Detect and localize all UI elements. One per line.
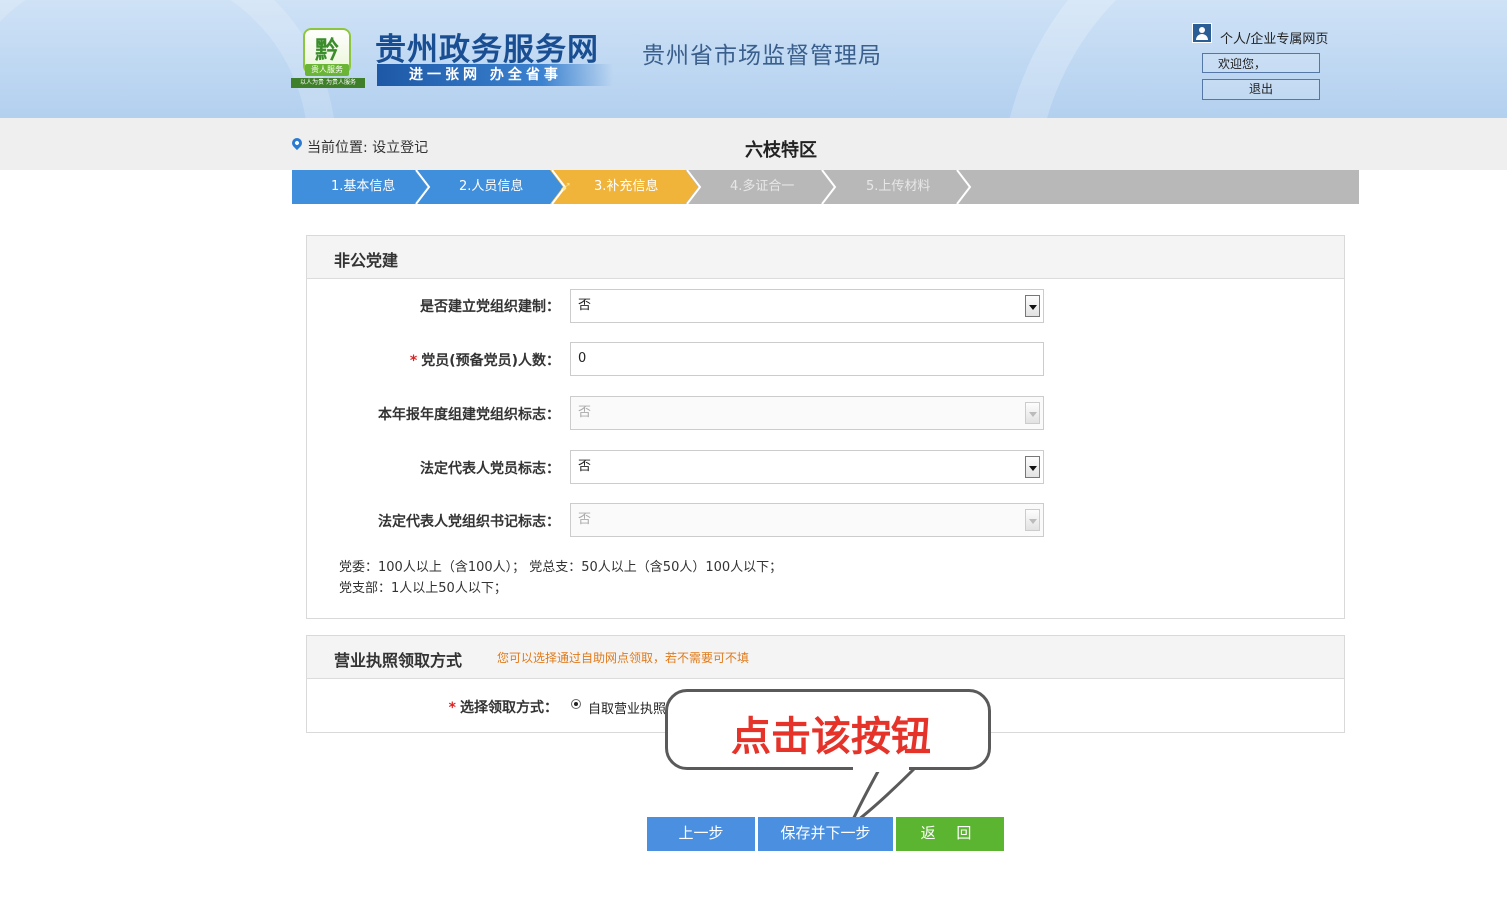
site-logo[interactable]: 黔 贵人服务 以人为贵 为贵人服务 <box>291 26 365 88</box>
logo-glyph: 黔 <box>315 35 339 64</box>
user-icon[interactable] <box>1192 23 1212 43</box>
party-members-input[interactable]: 0 <box>570 342 1044 376</box>
step-divider <box>821 170 837 204</box>
panel-hint: 您可以选择通过自助网点领取，若不需要可不填 <box>497 651 750 665</box>
panel-title: 非公党建 <box>334 251 399 270</box>
site-title: 贵州政务服务网 <box>375 32 599 68</box>
party-members-label: * 党员(预备党员)人数： <box>409 353 560 369</box>
breadcrumb: 当前位置: 设立登记 <box>307 140 429 156</box>
party-note-line-1: 党委：100人以上（含100人）； 党总支：50人以上（含50人）100人以下； <box>339 560 783 575</box>
rep-party-member-select[interactable]: 否 <box>570 450 1044 484</box>
logout-button[interactable]: 退出 <box>1202 79 1320 100</box>
user-homepage-link[interactable]: 个人/企业专属网页 <box>1220 28 1328 47</box>
rep-party-member-label: 法定代表人党员标志： <box>420 461 560 477</box>
rep-party-secretary-label: 法定代表人党组织书记标志： <box>378 514 560 530</box>
logo-tag: 贵人服务 <box>305 64 349 76</box>
has-party-org-label: 是否建立党组织建制： <box>420 299 560 315</box>
dropdown-arrow-icon <box>1025 402 1040 424</box>
step-divider <box>956 170 972 204</box>
instruction-callout: 点击该按钮 <box>665 689 991 770</box>
dropdown-arrow-icon[interactable] <box>1025 295 1040 317</box>
step-progress-bar: 1.基本信息 2.人员信息 3.补充信息 4.多证合一 5.上传材料 <box>292 170 1359 204</box>
rep-party-secretary-select: 否 <box>570 503 1044 537</box>
step-multi-license: 4.多证合一 <box>730 179 795 194</box>
step-upload: 5.上传材料 <box>866 179 931 194</box>
pickup-self-label[interactable]: 自取营业执照 <box>588 698 666 717</box>
site-slogan: 进一张网 办全省事 <box>377 64 613 86</box>
panel-header: 非公党建 <box>307 236 1344 279</box>
annual-party-org-select: 否 <box>570 396 1044 430</box>
has-party-org-select[interactable]: 否 <box>570 289 1044 323</box>
current-step-runner-icon: ➹ <box>560 179 572 195</box>
pickup-self-radio[interactable] <box>571 699 581 709</box>
panel-header: 营业执照领取方式 您可以选择通过自助网点领取，若不需要可不填 <box>307 636 1344 679</box>
return-button[interactable]: 返 回 <box>896 817 1004 851</box>
callout-tail-joint <box>853 764 909 772</box>
logo-subtitle: 以人为贵 为贵人服务 <box>291 78 365 88</box>
welcome-box: 欢迎您， <box>1202 53 1320 73</box>
bureau-name: 贵州省市场监督管理局 <box>642 43 882 69</box>
previous-step-button[interactable]: 上一步 <box>647 817 755 851</box>
callout-text: 点击该按钮 <box>731 714 931 760</box>
step-personnel-info[interactable]: 2.人员信息 <box>427 170 550 204</box>
dropdown-arrow-icon[interactable] <box>1025 456 1040 478</box>
pickup-method-label: * 选择领取方式： <box>448 700 558 716</box>
dropdown-arrow-icon <box>1025 509 1040 531</box>
party-note-line-2: 党支部：1人以上50人以下； <box>339 581 507 596</box>
save-and-next-button[interactable]: 保存并下一步 <box>758 817 893 851</box>
region-title: 六枝特区 <box>745 140 817 161</box>
step-basic-info[interactable]: 1.基本信息 <box>292 170 414 204</box>
banner-decoration <box>0 0 336 118</box>
annual-party-org-label: 本年报年度组建党组织标志： <box>378 407 560 423</box>
step-supplementary-info[interactable]: 3.补充信息 <box>563 170 685 204</box>
panel-title: 营业执照领取方式 <box>334 651 463 670</box>
